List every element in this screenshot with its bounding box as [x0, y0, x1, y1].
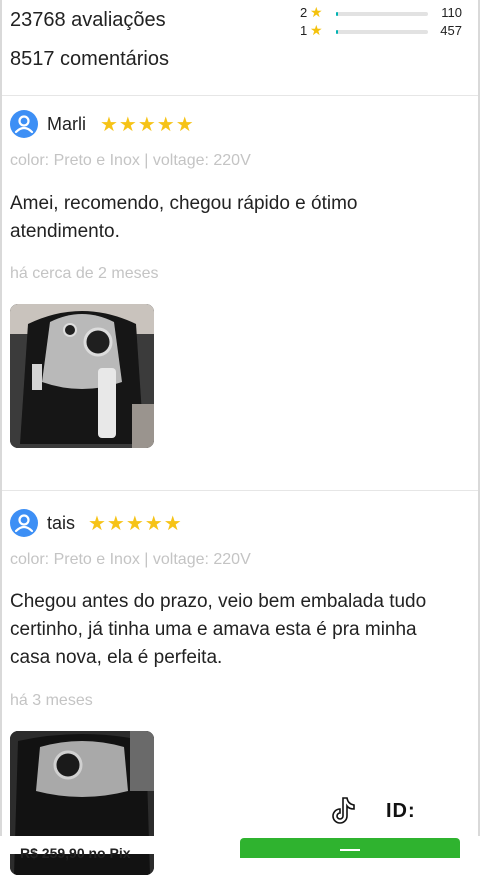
review-stars: ★★★★★: [100, 114, 195, 136]
review-date: há 3 meses: [10, 692, 93, 709]
rating-bar-track: [336, 30, 428, 34]
rating-bar-fill: [336, 12, 338, 16]
section-divider: [2, 95, 478, 96]
rating-row-1-star[interactable]: 1 ★ 457: [300, 22, 470, 39]
rating-row-count: 457: [440, 23, 462, 38]
avatar[interactable]: [10, 509, 38, 537]
comments-count: 8517 comentários: [10, 48, 169, 70]
rating-row-2-stars[interactable]: 2 ★ 110: [300, 4, 470, 21]
review-card: tais ★★★★★ color: Preto e Inox | voltage…: [10, 509, 470, 875]
rating-row-label: 2: [300, 5, 308, 20]
reviewer-name[interactable]: Marli: [47, 114, 86, 135]
review-variant: color: Preto e Inox | voltage: 220V: [10, 152, 251, 169]
rating-bar-fill: [336, 30, 338, 34]
avatar[interactable]: [10, 110, 38, 138]
rating-row-label: 1: [300, 23, 308, 38]
star-icon: ★: [310, 22, 323, 38]
tiktok-icon: [332, 797, 355, 824]
star-icon: ★: [310, 4, 323, 20]
buy-button[interactable]: [240, 838, 460, 858]
ratings-count: 23768 avaliações: [10, 9, 166, 31]
review-text: Chegou antes do prazo, veio bem embalada…: [10, 591, 427, 668]
screen-edge-left: [0, 0, 2, 854]
reviewer-name[interactable]: tais: [47, 513, 75, 534]
section-divider: [2, 490, 478, 491]
buy-button-label: [340, 849, 360, 851]
review-stars: ★★★★★: [88, 513, 183, 535]
rating-bar-track: [336, 12, 428, 16]
review-header: Marli ★★★★★: [10, 110, 470, 140]
review-card: Marli ★★★★★ color: Preto e Inox | voltag…: [10, 110, 470, 448]
user-icon: [14, 115, 34, 134]
user-icon: [14, 514, 34, 533]
review-date: há cerca de 2 meses: [10, 265, 159, 282]
watermark-user-id: ID:: [386, 800, 416, 822]
review-text: Amei, recomendo, chegou rápido e ótimo a…: [10, 193, 358, 242]
review-header: tais ★★★★★: [10, 509, 470, 539]
review-photo[interactable]: [10, 304, 154, 448]
rating-row-count: 110: [441, 5, 462, 20]
review-variant: color: Preto e Inox | voltage: 220V: [10, 551, 251, 568]
price-label: R$ 259,90 no Pix: [20, 845, 131, 861]
air-fryer-photo: [10, 304, 154, 448]
